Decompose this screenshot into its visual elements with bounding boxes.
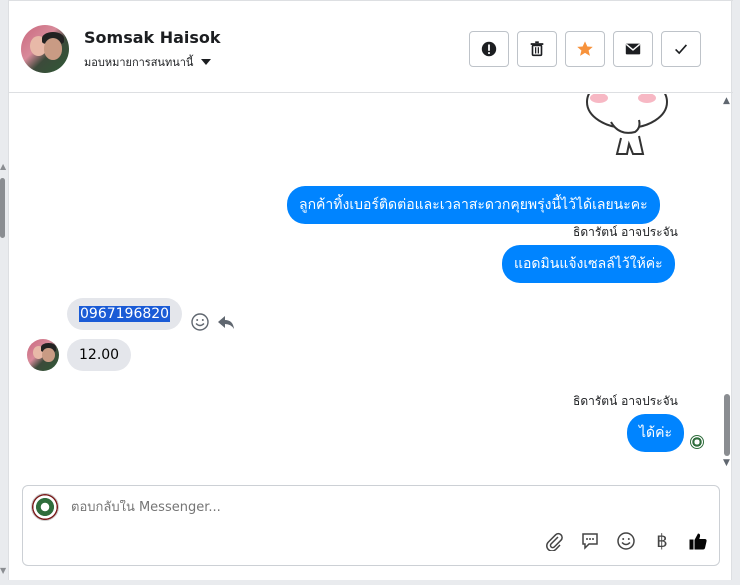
thread-scrollbar[interactable]: ▲ ▼ <box>723 94 731 478</box>
outgoing-message[interactable]: ได้ค่ะ <box>627 414 685 452</box>
exclamation-icon <box>481 41 497 57</box>
scroll-up-icon[interactable]: ▲ <box>723 96 730 106</box>
baht-icon: ฿ <box>656 530 668 552</box>
smiley-react-icon[interactable] <box>190 312 210 332</box>
conversation-header: Somsak Haisok มอบหมายการสนทนานี้ <box>9 0 733 93</box>
reply-input[interactable] <box>71 500 671 515</box>
attach-button[interactable] <box>543 530 565 552</box>
trash-icon <box>530 41 544 57</box>
payment-button[interactable]: ฿ <box>651 530 673 552</box>
outgoing-message[interactable]: ลูกค้าทิ้งเบอร์ติดต่อและเวลาสะดวกคุยพรุ่… <box>287 186 660 224</box>
paperclip-icon <box>546 532 563 551</box>
thumbs-up-icon <box>689 533 707 550</box>
composer-toolbar: ฿ <box>543 530 709 552</box>
star-button[interactable] <box>565 31 605 67</box>
spam-button[interactable] <box>469 31 509 67</box>
sticker-image <box>586 94 668 155</box>
smiley-icon <box>617 532 635 550</box>
page-scroll-up-icon[interactable]: ▲ <box>0 162 6 171</box>
speech-bubble-icon <box>582 533 598 550</box>
delete-button[interactable] <box>517 31 557 67</box>
star-icon <box>577 41 593 56</box>
header-actions <box>469 31 701 67</box>
scroll-down-icon[interactable]: ▼ <box>723 458 730 468</box>
emoji-button[interactable] <box>615 530 637 552</box>
sender-name: ธิดารัตน์ อาจประจัน <box>573 394 678 408</box>
sender-name: ธิดารัตน์ อาจประจัน <box>573 225 678 239</box>
page-scrollbar-thumb[interactable] <box>0 178 5 238</box>
page-avatar <box>31 493 59 521</box>
incoming-message[interactable]: 0967196820 <box>67 298 183 330</box>
scrollbar-thumb[interactable] <box>724 394 730 456</box>
message-thread[interactable]: ลูกค้าทิ้งเบอร์ติดต่อและเวลาสะดวกคุยพรุ่… <box>9 94 733 478</box>
selected-phone-number[interactable]: 0967196820 <box>79 306 171 322</box>
message-actions <box>190 312 236 332</box>
caret-down-icon <box>201 59 212 65</box>
envelope-icon <box>625 43 641 55</box>
seen-indicator-icon <box>690 435 704 449</box>
conversation-panel: Somsak Haisok มอบหมายการสนทนานี้ ลูกค้าท… <box>8 0 733 580</box>
like-button[interactable] <box>687 530 709 552</box>
contact-name[interactable]: Somsak Haisok <box>84 28 221 47</box>
contact-avatar[interactable] <box>21 25 69 73</box>
page-scroll-down-icon[interactable]: ▼ <box>0 566 6 575</box>
saved-replies-button[interactable] <box>579 530 601 552</box>
reply-icon[interactable] <box>216 312 236 332</box>
contact-avatar-small[interactable] <box>27 339 59 371</box>
outgoing-message[interactable]: แอดมินแจ้งเซลล์ไว้ให้ค่ะ <box>502 245 675 283</box>
check-icon <box>675 44 688 55</box>
message-composer: ฿ <box>22 485 720 566</box>
mark-unread-button[interactable] <box>613 31 653 67</box>
mark-done-button[interactable] <box>661 31 701 67</box>
incoming-message[interactable]: 12.00 <box>67 339 132 371</box>
assign-conversation-dropdown[interactable]: มอบหมายการสนทนานี้ <box>84 53 212 71</box>
assign-label: มอบหมายการสนทนานี้ <box>84 56 194 69</box>
